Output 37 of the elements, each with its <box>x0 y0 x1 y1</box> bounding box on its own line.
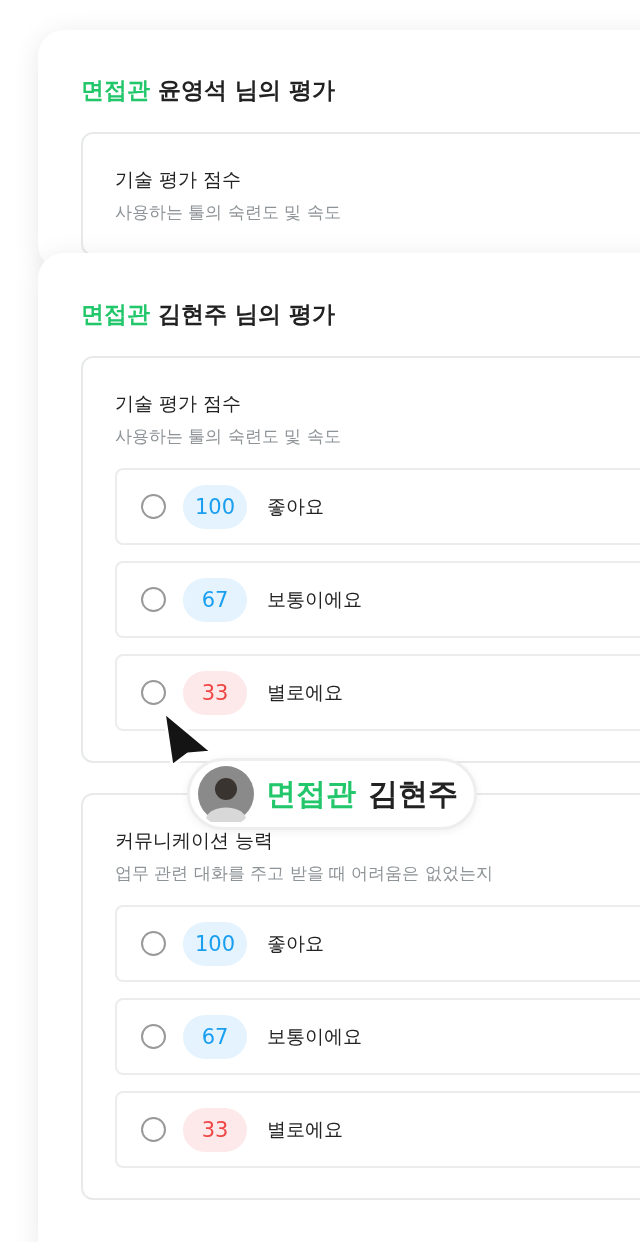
option-label: 좋아요 <box>267 493 325 519</box>
question-title: 커뮤니케이션 능력 <box>115 828 275 853</box>
question-description: 업무 관련 대화를 주고 받을 때 어려움은 없었는지 <box>115 862 494 885</box>
score-tag: 33 <box>183 670 247 715</box>
question-title: 기술 평가 점수 <box>115 167 243 192</box>
card-title: 김현주 님의 평가 <box>158 300 335 329</box>
user-name: 김현주 <box>368 774 458 813</box>
answer-option[interactable]: 67 보통이에요 <box>115 561 640 638</box>
radio-button[interactable] <box>141 1117 166 1142</box>
radio-button[interactable] <box>141 1024 166 1049</box>
option-label: 별로에요 <box>267 679 343 705</box>
answer-option[interactable]: 33 별로에요 <box>115 1091 640 1168</box>
role-label: 면접관 <box>81 76 150 105</box>
score-tag: 33 <box>183 1107 247 1152</box>
role-label: 면접관 <box>81 300 150 329</box>
answer-option[interactable]: 100 좋아요 <box>115 468 640 545</box>
option-label: 보통이에요 <box>267 586 362 612</box>
question-description: 사용하는 툴의 숙련도 및 속도 <box>115 201 342 224</box>
answer-option[interactable]: 100 좋아요 <box>115 905 640 982</box>
radio-button[interactable] <box>141 680 166 705</box>
role-label: 면접관 <box>266 774 356 813</box>
answer-option[interactable]: 67 보통이에요 <box>115 998 640 1075</box>
option-label: 보통이에요 <box>267 1023 362 1049</box>
question-title: 기술 평가 점수 <box>115 391 243 416</box>
score-tag: 100 <box>183 921 248 966</box>
card-title: 윤영석 님의 평가 <box>158 76 335 105</box>
score-tag: 100 <box>183 484 248 529</box>
radio-button[interactable] <box>141 494 166 519</box>
question-description: 사용하는 툴의 숙련도 및 속도 <box>115 425 342 448</box>
option-label: 좋아요 <box>267 930 325 956</box>
score-tag: 67 <box>183 577 247 622</box>
radio-button[interactable] <box>141 587 166 612</box>
option-label: 별로에요 <box>267 1116 343 1142</box>
avatar-icon <box>198 766 254 822</box>
score-tag: 67 <box>183 1014 247 1059</box>
answer-option[interactable]: 33 별로에요 <box>115 654 640 731</box>
radio-button[interactable] <box>141 931 166 956</box>
